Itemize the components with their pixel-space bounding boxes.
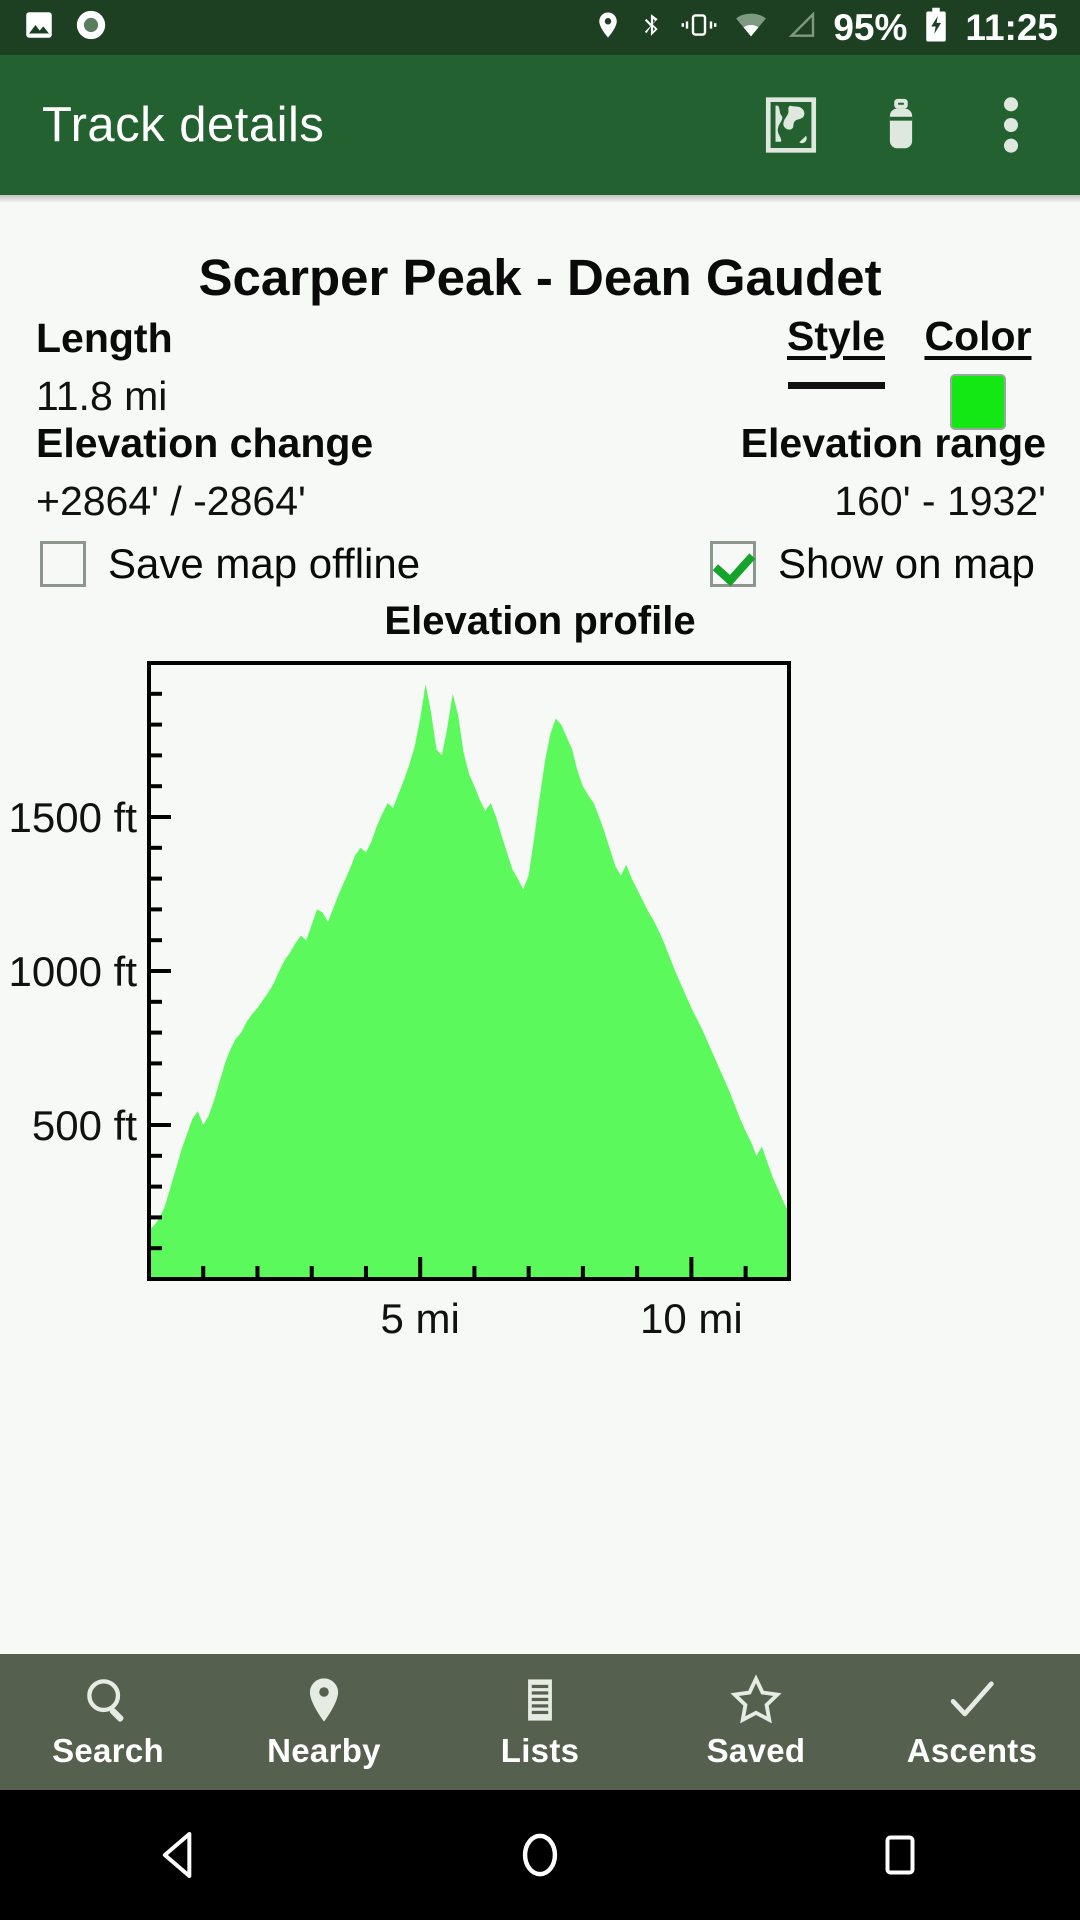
search-icon <box>82 1674 134 1726</box>
style-control[interactable]: Style <box>782 313 890 389</box>
elevation-range-label: Elevation range <box>740 420 1046 466</box>
show-on-map-label: Show on map <box>778 540 1035 587</box>
status-bar: 95% 11:25 <box>0 0 1080 55</box>
elevation-change-label: Elevation change <box>36 420 374 466</box>
app-bar-actions <box>760 94 1052 156</box>
save-map-offline-label: Save map offline <box>108 540 421 587</box>
length-stat: Length 11.8 mi <box>36 315 173 420</box>
trash-icon[interactable] <box>870 94 932 156</box>
status-bar-system-icons: 95% 11:25 <box>593 7 1058 48</box>
home-button[interactable] <box>480 1790 600 1920</box>
vibrate-icon <box>681 8 717 47</box>
android-navigation-bar <box>0 1790 1080 1920</box>
clock: 11:25 <box>965 7 1058 48</box>
nav-item-ascents[interactable]: Ascents <box>864 1654 1080 1790</box>
elevation-range-value: 160' - 1932' <box>834 478 1046 524</box>
map-pin-icon <box>298 1674 350 1726</box>
elevation-change-stat: Elevation change +2864' / -2864' <box>36 420 373 525</box>
color-control[interactable]: Color <box>918 313 1038 430</box>
battery-charging-icon <box>923 7 949 48</box>
checkbox-box[interactable] <box>40 541 86 587</box>
nav-label: Nearby <box>267 1732 381 1769</box>
star-icon <box>729 1674 783 1726</box>
chart-svg: 500 ft 1000 ft 1500 ft 5 mi 10 mi <box>9 661 791 1337</box>
show-on-map-checkbox[interactable]: Show on map <box>710 540 1035 588</box>
nav-label: Lists <box>500 1732 580 1769</box>
status-bar-notifications <box>22 8 108 47</box>
bottom-navigation: Search Nearby Lists Saved Ascents <box>0 1654 1080 1790</box>
nav-item-saved[interactable]: Saved <box>648 1654 864 1790</box>
nav-item-lists[interactable]: Lists <box>432 1654 648 1790</box>
image-icon <box>22 8 56 47</box>
location-pin-icon <box>593 8 623 47</box>
track-name: Scarper Peak - Dean Gaudet <box>198 249 882 306</box>
x-axis-tick-label: 5 mi <box>381 1295 460 1337</box>
record-icon <box>74 8 108 47</box>
y-axis-tick-label: 1000 ft <box>9 948 138 995</box>
save-map-offline-checkbox[interactable]: Save map offline <box>40 540 420 588</box>
list-icon <box>514 1674 566 1726</box>
page-title: Track details <box>42 98 325 152</box>
check-icon <box>945 1674 999 1726</box>
checkbox-box[interactable] <box>710 541 756 587</box>
track-details-content: Scarper Peak - Dean Gaudet Length 11.8 m… <box>0 195 1080 1654</box>
x-axis-tick-label: 10 mi <box>640 1295 743 1337</box>
y-axis-tick-label: 500 ft <box>32 1102 137 1149</box>
back-button[interactable] <box>120 1790 240 1920</box>
cell-signal-icon <box>785 8 817 47</box>
bluetooth-icon <box>639 8 665 47</box>
length-label: Length <box>36 315 173 361</box>
map-icon[interactable] <box>760 94 822 156</box>
elevation-range-stat: Elevation range 160' - 1932' <box>741 420 1046 525</box>
overflow-menu-icon[interactable] <box>980 94 1042 156</box>
app-bar: Track details <box>0 55 1080 195</box>
recents-button[interactable] <box>840 1790 960 1920</box>
style-label[interactable]: Style <box>787 313 885 360</box>
nav-label: Search <box>52 1732 164 1769</box>
elevation-change-value: +2864' / -2864' <box>36 478 306 524</box>
nav-label: Ascents <box>906 1732 1038 1769</box>
elevation-profile-chart[interactable]: 500 ft 1000 ft 1500 ft 5 mi 10 mi <box>0 657 1080 1337</box>
style-swatch[interactable] <box>787 382 885 389</box>
nav-item-nearby[interactable]: Nearby <box>216 1654 432 1790</box>
y-axis-tick-label: 1500 ft <box>9 794 138 841</box>
elevation-area <box>149 683 789 1279</box>
wifi-icon <box>733 8 769 47</box>
phone-screen: 95% 11:25 Track details Scarper Peak - D… <box>0 0 1080 1920</box>
color-label[interactable]: Color <box>924 313 1031 360</box>
battery-percent: 95% <box>833 7 908 48</box>
length-value: 11.8 mi <box>36 373 168 419</box>
chart-title: Elevation profile <box>384 599 696 643</box>
nav-item-search[interactable]: Search <box>0 1654 216 1790</box>
nav-label: Saved <box>706 1732 806 1769</box>
